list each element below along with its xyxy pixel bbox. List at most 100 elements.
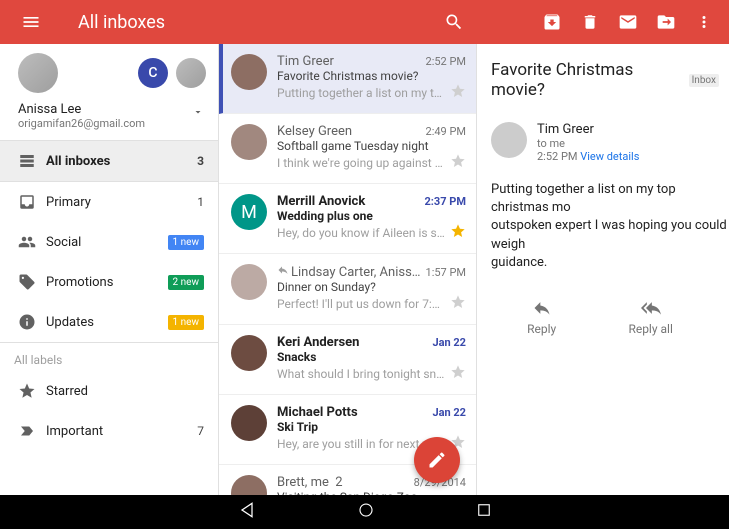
avatar[interactable]: [231, 405, 267, 441]
star-toggle[interactable]: [450, 294, 466, 314]
sidebar: C Anissa Lee origamifan26@gmail.com All …: [0, 44, 219, 495]
message-from: Brett, me 2: [277, 475, 414, 490]
message-from: Tim Greer: [277, 54, 426, 69]
star-toggle[interactable]: [450, 364, 466, 384]
caret-down-icon: [192, 102, 204, 122]
email-folder-label: Inbox: [689, 74, 719, 87]
switch-account-letter[interactable]: C: [138, 58, 168, 88]
message-list: Tim Greer 2:52 PM Favorite Christmas mov…: [219, 44, 477, 495]
nav-badge: 1 new: [168, 315, 204, 330]
reply-all-button[interactable]: Reply all: [628, 298, 672, 336]
nav-label: All inboxes: [46, 154, 197, 169]
nav-label: Primary: [46, 195, 197, 210]
nav-all-inboxes[interactable]: All inboxes 3: [0, 141, 218, 181]
message-item[interactable]: Tim Greer 2:52 PM Favorite Christmas mov…: [219, 44, 476, 114]
message-item[interactable]: Keri Andersen Jan 22 Snacks What should …: [219, 325, 476, 395]
tag-icon: [18, 273, 46, 291]
archive-icon[interactable]: [533, 0, 571, 44]
nav-badge: 1 new: [168, 235, 204, 250]
app-bar: All inboxes: [0, 0, 729, 44]
nav-primary[interactable]: Primary 1: [0, 182, 218, 222]
home-button[interactable]: [357, 501, 375, 523]
message-subject: Wedding plus one: [277, 209, 466, 223]
nav-updates[interactable]: Updates 1 new: [0, 302, 218, 342]
message-snippet: Perfect! I'll put us down for 7:30pm… In…: [277, 297, 446, 311]
message-from: Lindsay Carter, Anissa Lee 3: [277, 264, 426, 280]
nav-count: 7: [197, 424, 204, 438]
people-icon: [18, 233, 46, 251]
message-from: Michael Potts: [277, 405, 432, 420]
avatar[interactable]: [231, 475, 267, 495]
reply-icon: [277, 264, 289, 276]
message-item[interactable]: Kelsey Green 2:49 PM Softball game Tuesd…: [219, 114, 476, 184]
other-account-avatar[interactable]: [176, 58, 206, 88]
message-time: Jan 22: [432, 336, 466, 349]
compose-button[interactable]: [414, 437, 460, 483]
email-to: to me: [537, 137, 639, 150]
nav-social[interactable]: Social 1 new: [0, 222, 218, 262]
nav-promotions[interactable]: Promotions 2 new: [0, 262, 218, 302]
delete-icon[interactable]: [571, 0, 609, 44]
message-item[interactable]: Lindsay Carter, Anissa Lee 3 1:57 PM Din…: [219, 254, 476, 325]
recent-apps-button[interactable]: [475, 501, 493, 523]
all-inboxes-icon: [18, 152, 46, 170]
star-toggle[interactable]: [450, 223, 466, 243]
message-subject: Ski Trip: [277, 420, 466, 434]
message-time: 1:57 PM: [426, 266, 466, 279]
message-snippet: Hey, do you know if Aileen is still avai…: [277, 226, 446, 240]
star-icon: [18, 382, 46, 400]
avatar[interactable]: [231, 54, 267, 90]
message-subject: Favorite Christmas movie?: [277, 69, 466, 83]
overflow-menu-icon[interactable]: [685, 0, 723, 44]
message-time: 2:52 PM: [426, 55, 466, 68]
message-item[interactable]: M Merrill Anovick 2:37 PM Wedding plus o…: [219, 184, 476, 254]
reply-button[interactable]: Reply: [527, 298, 556, 336]
nav-count: 3: [197, 154, 204, 168]
message-subject: Softball game Tuesday night: [277, 139, 466, 153]
reply-label: Reply: [527, 322, 556, 336]
message-time: Jan 22: [432, 406, 466, 419]
message-subject: Snacks: [277, 350, 466, 364]
section-all-labels: All labels: [0, 343, 218, 371]
mark-unread-icon[interactable]: [609, 0, 647, 44]
message-time: 2:37 PM: [425, 195, 467, 208]
menu-icon[interactable]: [12, 0, 50, 44]
move-to-icon[interactable]: [647, 0, 685, 44]
sender-avatar[interactable]: [491, 122, 527, 158]
page-title: All inboxes: [78, 12, 165, 33]
nav-label: Updates: [46, 315, 168, 330]
info-icon: [18, 313, 46, 331]
email-time: 2:52 PM: [537, 150, 577, 163]
current-account-avatar[interactable]: [18, 53, 58, 93]
avatar[interactable]: [231, 335, 267, 371]
nav-label: Social: [46, 235, 168, 250]
star-toggle[interactable]: [450, 153, 466, 173]
nav-count: 1: [197, 195, 204, 209]
reading-pane: Favorite Christmas movie? Inbox Tim Gree…: [477, 44, 729, 495]
message-subject: Dinner on Sunday?: [277, 280, 466, 294]
view-details-link[interactable]: View details: [580, 150, 639, 163]
nav-badge: 2 new: [168, 275, 204, 290]
message-snippet: What should I bring tonight snack wise? …: [277, 367, 446, 381]
nav-important[interactable]: Important 7: [0, 411, 218, 451]
nav-label: Starred: [46, 384, 204, 399]
account-email: origamifan26@gmail.com: [18, 117, 192, 130]
avatar[interactable]: [231, 124, 267, 160]
star-toggle[interactable]: [450, 83, 466, 103]
important-icon: [18, 422, 46, 440]
reply-all-label: Reply all: [628, 322, 672, 336]
account-info[interactable]: Anissa Lee origamifan26@gmail.com: [0, 96, 218, 140]
email-subject: Favorite Christmas movie?: [491, 60, 683, 100]
nav-label: Promotions: [46, 275, 168, 290]
nav-starred[interactable]: Starred: [0, 371, 218, 411]
email-from: Tim Greer: [537, 122, 639, 137]
message-snippet: Putting together a list on my top christ…: [277, 86, 446, 100]
nav-label: Important: [46, 424, 197, 439]
avatar[interactable]: M: [231, 194, 267, 230]
search-icon[interactable]: [435, 0, 473, 44]
account-avatars: C: [0, 44, 218, 96]
message-from: Kelsey Green: [277, 124, 426, 139]
avatar[interactable]: [231, 264, 267, 300]
back-button[interactable]: [237, 500, 257, 524]
message-from: Keri Andersen: [277, 335, 432, 350]
